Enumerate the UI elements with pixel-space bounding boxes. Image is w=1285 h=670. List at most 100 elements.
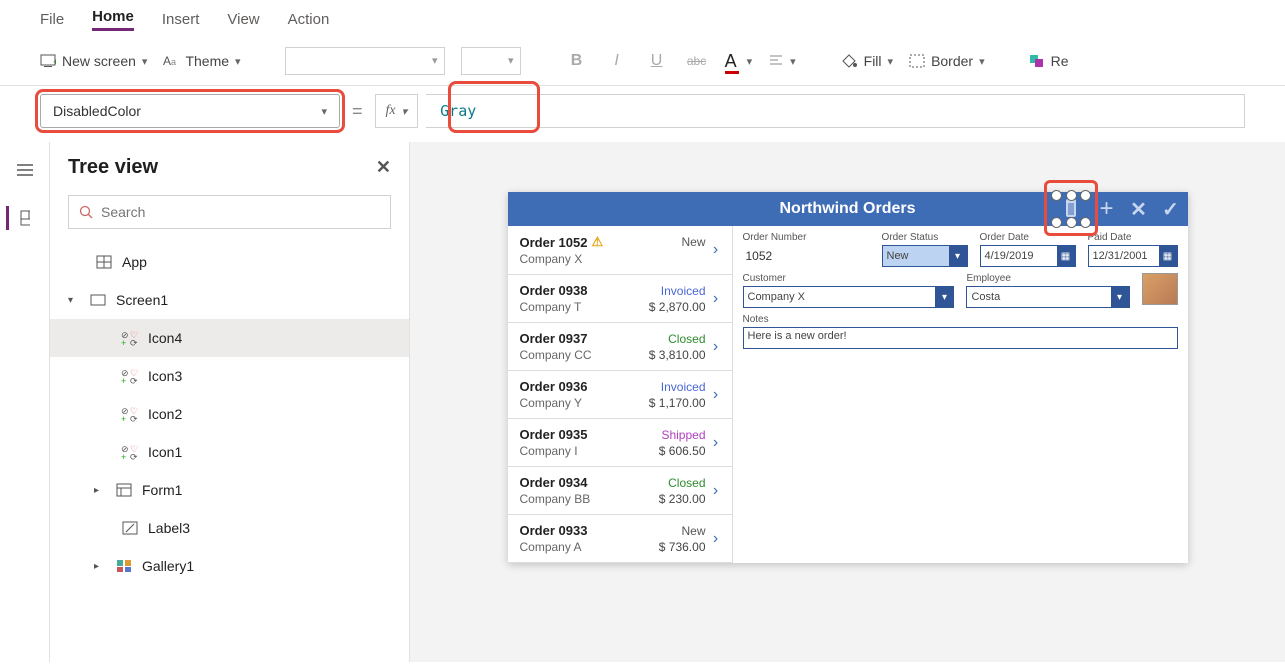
svg-text:+: + — [53, 57, 56, 67]
employee-avatar — [1142, 273, 1178, 305]
menu-insert[interactable]: Insert — [162, 11, 200, 28]
tree-node-gallery1[interactable]: ▸ Gallery1 — [50, 547, 409, 585]
form-icon — [114, 483, 134, 497]
fill-button[interactable]: Fill ▾ — [840, 53, 893, 69]
tree-node-icon3[interactable]: ⊘♡+⟳ Icon3 — [50, 357, 409, 395]
theme-button[interactable]: Aa Theme ▾ — [163, 53, 240, 69]
font-color-button[interactable]: A ▾ — [725, 51, 753, 72]
order-list-item[interactable]: Order 0933New›Company A$ 736.00 — [508, 515, 732, 563]
chevron-down-icon: ▾ — [1111, 287, 1129, 307]
tree-search[interactable] — [68, 195, 391, 229]
menu-home[interactable]: Home — [92, 8, 134, 31]
customer-dropdown[interactable]: Company X▾ — [743, 286, 955, 308]
theme-icon: Aa — [163, 53, 179, 69]
tree-node-icon1[interactable]: ⊘♡+⟳ Icon1 — [50, 433, 409, 471]
add-icon[interactable]: + — [1096, 198, 1118, 220]
reorder-button[interactable]: Re — [1029, 53, 1069, 69]
new-screen-label: New screen — [62, 53, 136, 69]
fill-icon — [840, 53, 858, 69]
employee-dropdown[interactable]: Costa▾ — [966, 286, 1129, 308]
tree-search-input[interactable] — [101, 204, 380, 220]
underline-button[interactable]: U — [645, 52, 669, 70]
cancel-icon[interactable]: ✕ — [1128, 198, 1150, 220]
border-button[interactable]: Border ▾ — [909, 53, 985, 69]
order-list-item[interactable]: Order 0935Shipped›Company I$ 606.50 — [508, 419, 732, 467]
bold-button[interactable]: B — [565, 52, 589, 70]
align-icon — [768, 54, 784, 68]
font-family-select[interactable]: ▾ — [285, 47, 445, 75]
align-button[interactable]: ▾ — [768, 54, 796, 68]
order-status: Invoiced — [636, 284, 706, 298]
svg-text:⟳: ⟳ — [130, 414, 138, 422]
screen-icon — [88, 294, 108, 306]
order-gallery[interactable]: Order 1052⚠New›Company XOrder 0938Invoic… — [508, 226, 733, 563]
tree-node-icon2[interactable]: ⊘♡+⟳ Icon2 — [50, 395, 409, 433]
border-label: Border — [931, 53, 973, 69]
svg-text:+: + — [121, 338, 126, 346]
order-number: Order 1052⚠ — [520, 234, 634, 250]
order-company: Company A — [520, 540, 634, 554]
menu-action[interactable]: Action — [288, 11, 330, 28]
order-list-item[interactable]: Order 0938Invoiced›Company T$ 2,870.00 — [508, 275, 732, 323]
employee-label: Employee — [966, 273, 1129, 284]
svg-text:⟳: ⟳ — [130, 376, 138, 384]
header-icons: + ✕ ✓ — [1056, 195, 1182, 223]
order-number: Order 0937 — [520, 331, 634, 346]
app-canvas[interactable]: Northwind Orders + ✕ ✓ — [508, 192, 1188, 563]
order-company: Company T — [520, 300, 634, 314]
menu-view[interactable]: View — [227, 11, 259, 28]
tree-node-screen1[interactable]: ▾ Screen1 — [50, 281, 409, 319]
order-company: Company BB — [520, 492, 634, 506]
expand-icon[interactable]: ▸ — [94, 485, 106, 496]
tree-node-icon4[interactable]: ⊘♡+⟳ Icon4 — [50, 319, 409, 357]
new-screen-button[interactable]: + New screen ▾ — [40, 53, 147, 69]
font-size-select[interactable]: ▾ — [461, 47, 521, 75]
selected-edit-icon[interactable] — [1056, 195, 1086, 223]
tree-label: App — [122, 254, 147, 270]
expand-icon[interactable]: ▾ — [68, 295, 80, 306]
submit-icon[interactable]: ✓ — [1160, 198, 1182, 220]
notes-input[interactable]: Here is a new order! — [743, 327, 1178, 349]
paid-date-label: Paid Date — [1088, 232, 1178, 243]
fx-button[interactable]: fx ▾ — [375, 94, 419, 128]
calendar-icon: ▦ — [1159, 246, 1177, 266]
tree-node-app[interactable]: App — [50, 243, 409, 281]
app-header: Northwind Orders + ✕ ✓ — [508, 192, 1188, 226]
chevron-right-icon: › — [708, 482, 724, 500]
order-list-item[interactable]: Order 0937Closed›Company CC$ 3,810.00 — [508, 323, 732, 371]
order-status-dropdown[interactable]: New▾ — [882, 245, 968, 267]
close-panel-icon[interactable]: ✕ — [376, 157, 391, 178]
paid-date-picker[interactable]: 12/31/2001▦ — [1088, 245, 1178, 267]
order-status: Shipped — [636, 428, 706, 442]
app-icon — [94, 255, 114, 269]
chevron-right-icon: › — [708, 434, 724, 452]
control-icon: ⊘♡+⟳ — [120, 368, 140, 384]
formula-input[interactable]: Gray — [426, 94, 1245, 128]
menu-file[interactable]: File — [40, 11, 64, 28]
fill-label: Fill — [864, 53, 882, 69]
svg-text:+: + — [121, 376, 126, 384]
tree-label: Icon4 — [148, 330, 182, 346]
tree-node-label3[interactable]: Label3 — [50, 509, 409, 547]
property-dropdown[interactable]: DisabledColor ▾ — [40, 94, 340, 128]
italic-button[interactable]: I — [605, 52, 629, 70]
order-list-item[interactable]: Order 1052⚠New›Company X — [508, 226, 732, 275]
chevron-right-icon: › — [708, 290, 724, 308]
expand-icon[interactable]: ▸ — [94, 561, 106, 572]
notes-label: Notes — [743, 314, 1178, 325]
app-title: Northwind Orders — [779, 200, 915, 218]
formula-bar: DisabledColor ▾ = fx ▾ Gray — [0, 86, 1285, 142]
svg-text:⟳: ⟳ — [130, 452, 138, 460]
chevron-down-icon: ▾ — [321, 105, 327, 118]
strikethrough-button[interactable]: abc — [685, 54, 709, 68]
order-amount: $ 230.00 — [636, 492, 706, 506]
formula-value-highlight — [453, 86, 535, 128]
svg-text:a: a — [171, 57, 176, 67]
tree-label: Label3 — [148, 520, 190, 536]
rail-tree-view[interactable] — [6, 206, 30, 230]
order-date-picker[interactable]: 4/19/2019▦ — [980, 245, 1076, 267]
order-list-item[interactable]: Order 0936Invoiced›Company Y$ 1,170.00 — [508, 371, 732, 419]
order-list-item[interactable]: Order 0934Closed›Company BB$ 230.00 — [508, 467, 732, 515]
tree-node-form1[interactable]: ▸ Form1 — [50, 471, 409, 509]
rail-hamburger[interactable] — [13, 158, 37, 182]
